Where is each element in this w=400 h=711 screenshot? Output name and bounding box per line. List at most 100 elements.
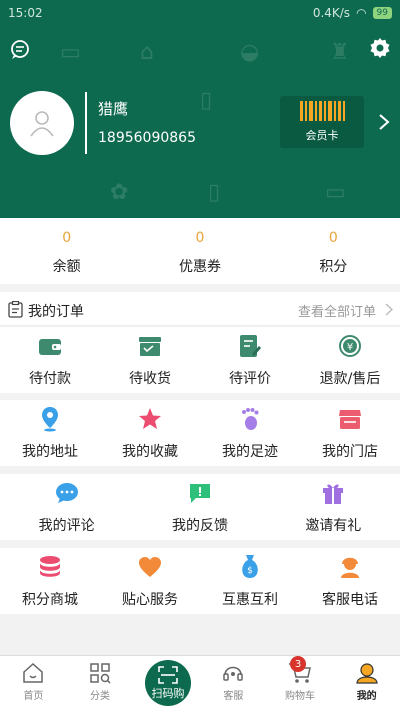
stat-label: 余额 [52,259,81,275]
account-stats: 0 余额 0 优惠券 0 积分 [0,218,400,284]
services-row-1: 我的地址 我的收藏 我的足迹 我的门店 [0,400,400,466]
order-status-label: 待收货 [129,371,171,387]
clipboard-icon [8,301,23,318]
barcode-icon [299,101,345,121]
comment-icon [53,479,81,507]
nav-label: 我的 [356,691,377,702]
star-icon [136,405,164,433]
svg-text:¥: ¥ [347,342,353,353]
order-status-label: 退款/售后 [319,371,381,387]
message-icon[interactable] [8,38,32,62]
nav-mine[interactable]: 我的 [333,656,400,711]
heart-icon [136,553,164,581]
svg-text:$: $ [247,566,253,576]
agent-icon [336,553,364,581]
stat-coupons[interactable]: 0 优惠券 [133,218,266,284]
menu-label: 我的地址 [22,444,78,460]
decor-icon: ▭ [325,180,346,205]
menu-label: 我的收藏 [122,444,178,460]
nav-category[interactable]: 分类 [67,656,134,711]
menu-label: 我的门店 [322,444,378,460]
menu-invite-gift[interactable]: 邀请有礼 [267,474,400,540]
menu-label: 我的反馈 [171,518,228,534]
menu-label: 客服电话 [322,592,378,608]
menu-label: 我的评论 [38,518,95,534]
home-icon [23,662,44,683]
stat-balance[interactable]: 0 余额 [0,218,133,284]
phone-number: 18956090865 [98,130,196,146]
feedback-icon [186,479,214,507]
services-row-2: 我的评论 我的反馈 邀请有礼 [0,474,400,540]
gift-icon [319,479,347,507]
member-card-button[interactable]: 会员卡 [280,96,364,148]
settings-gear-icon[interactable] [368,36,392,60]
stat-value: 0 [328,230,338,246]
menu-my-comments[interactable]: 我的评论 [0,474,133,540]
review-icon [236,332,264,360]
wallet-icon [36,332,64,360]
decor-icon: ▯ [208,180,221,205]
orders-header: 我的订单 查看全部订单 [0,292,400,326]
view-all-orders-link[interactable]: 查看全部订单 [298,301,376,320]
status-time: 15:02 [8,6,43,20]
chevron-right-icon[interactable] [377,112,391,132]
status-right: 0.4K/s ◠ 99 [313,6,392,20]
stat-points[interactable]: 0 积分 [267,218,400,284]
order-status-label: 待付款 [29,371,71,387]
menu-customer-hotline[interactable]: 客服电话 [300,548,400,614]
menu-my-feedback[interactable]: 我的反馈 [133,474,266,540]
headset-icon [223,666,244,681]
refund-icon: ¥ [336,332,364,360]
menu-points-mall[interactable]: 积分商城 [0,548,100,614]
decor-icon: ✿ [110,180,129,205]
menu-my-store[interactable]: 我的门店 [300,400,400,466]
menu-my-footprints[interactable]: 我的足迹 [200,400,300,466]
menu-mutual-benefit[interactable]: $ 互惠互利 [200,548,300,614]
order-pending-review[interactable]: 待评价 [200,327,300,393]
category-icon [90,663,111,684]
decor-icon: ◒ [240,40,260,65]
money-bag-icon: $ [236,553,264,581]
decor-icon: ⌂ [140,40,154,65]
scan-to-buy-button[interactable]: 扫码购 [145,660,191,706]
divider [85,92,87,154]
services-row-3: 积分商城 贴心服务 $ 互惠互利 客服电话 [0,548,400,614]
nav-label: 分类 [90,691,110,702]
nav-service[interactable]: 客服 [200,656,267,711]
username: 猎鹰 [98,100,129,118]
menu-my-favorites[interactable]: 我的收藏 [100,400,200,466]
order-pending-payment[interactable]: 待付款 [0,327,100,393]
menu-care-service[interactable]: 贴心服务 [100,548,200,614]
nav-home[interactable]: 首页 [0,656,67,711]
scan-icon [158,665,178,684]
scan-label: 扫码购 [151,686,185,700]
orders-row: 待付款 待收货 待评价 ¥ 退款/售后 [0,327,400,393]
profile-header: 15:02 0.4K/s ◠ 99 ▭ ⌂ ◒ ♜ ▯ ✿ ▯ ▭ 猎鹰 189… [0,0,400,218]
chevron-right-icon[interactable] [385,303,393,316]
orders-title: 我的订单 [28,304,84,320]
menu-label: 互惠互利 [222,592,278,608]
member-card-label: 会员卡 [305,129,339,142]
wifi-icon: ◠ [356,6,367,20]
menu-my-address[interactable]: 我的地址 [0,400,100,466]
profile-icon [356,663,378,684]
network-speed: 0.4K/s [312,6,351,20]
user-icon [30,111,54,137]
coins-icon [36,553,64,581]
menu-label: 贴心服务 [122,592,178,608]
status-bar: 15:02 0.4K/s ◠ 99 [0,0,400,28]
box-icon [136,332,164,360]
store-icon [336,405,364,433]
menu-label: 我的足迹 [222,444,278,460]
footprint-icon [236,405,264,433]
menu-label: 积分商城 [22,592,78,608]
decor-icon: ▯ [200,88,213,113]
decor-icon: ▭ [60,40,81,65]
decor-icon: ♜ [330,40,350,65]
stat-value: 0 [62,230,72,246]
order-refund[interactable]: ¥ 退款/售后 [300,327,400,393]
nav-label: 首页 [23,691,44,702]
location-pin-icon [36,405,64,433]
avatar[interactable] [10,91,74,155]
order-pending-receipt[interactable]: 待收货 [100,327,200,393]
